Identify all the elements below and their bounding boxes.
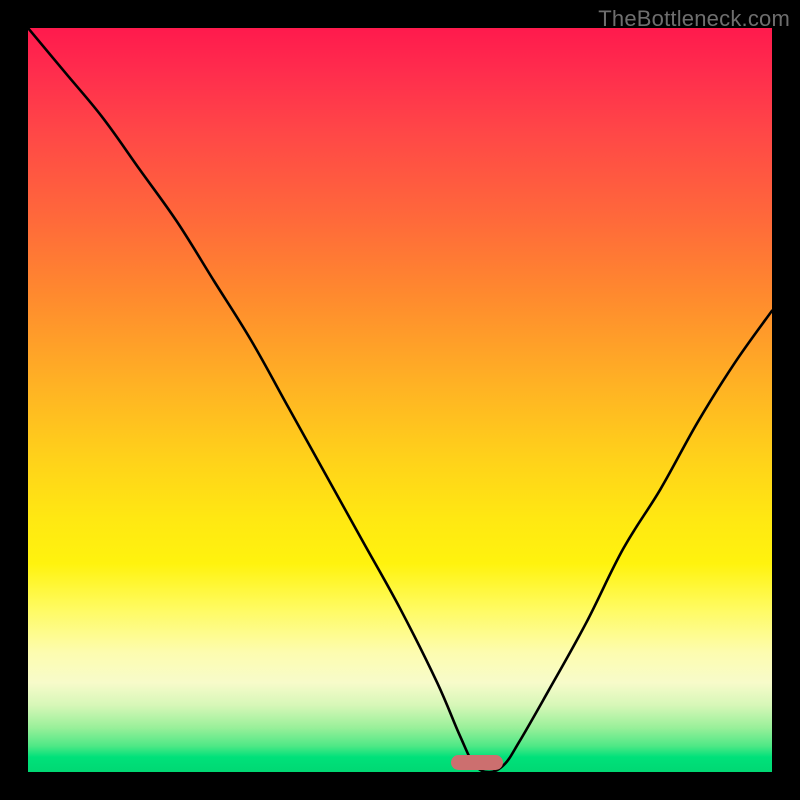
chart-frame: TheBottleneck.com	[0, 0, 800, 800]
plot-area	[28, 28, 772, 772]
bottleneck-curve	[28, 28, 772, 772]
optimal-marker	[451, 755, 503, 770]
